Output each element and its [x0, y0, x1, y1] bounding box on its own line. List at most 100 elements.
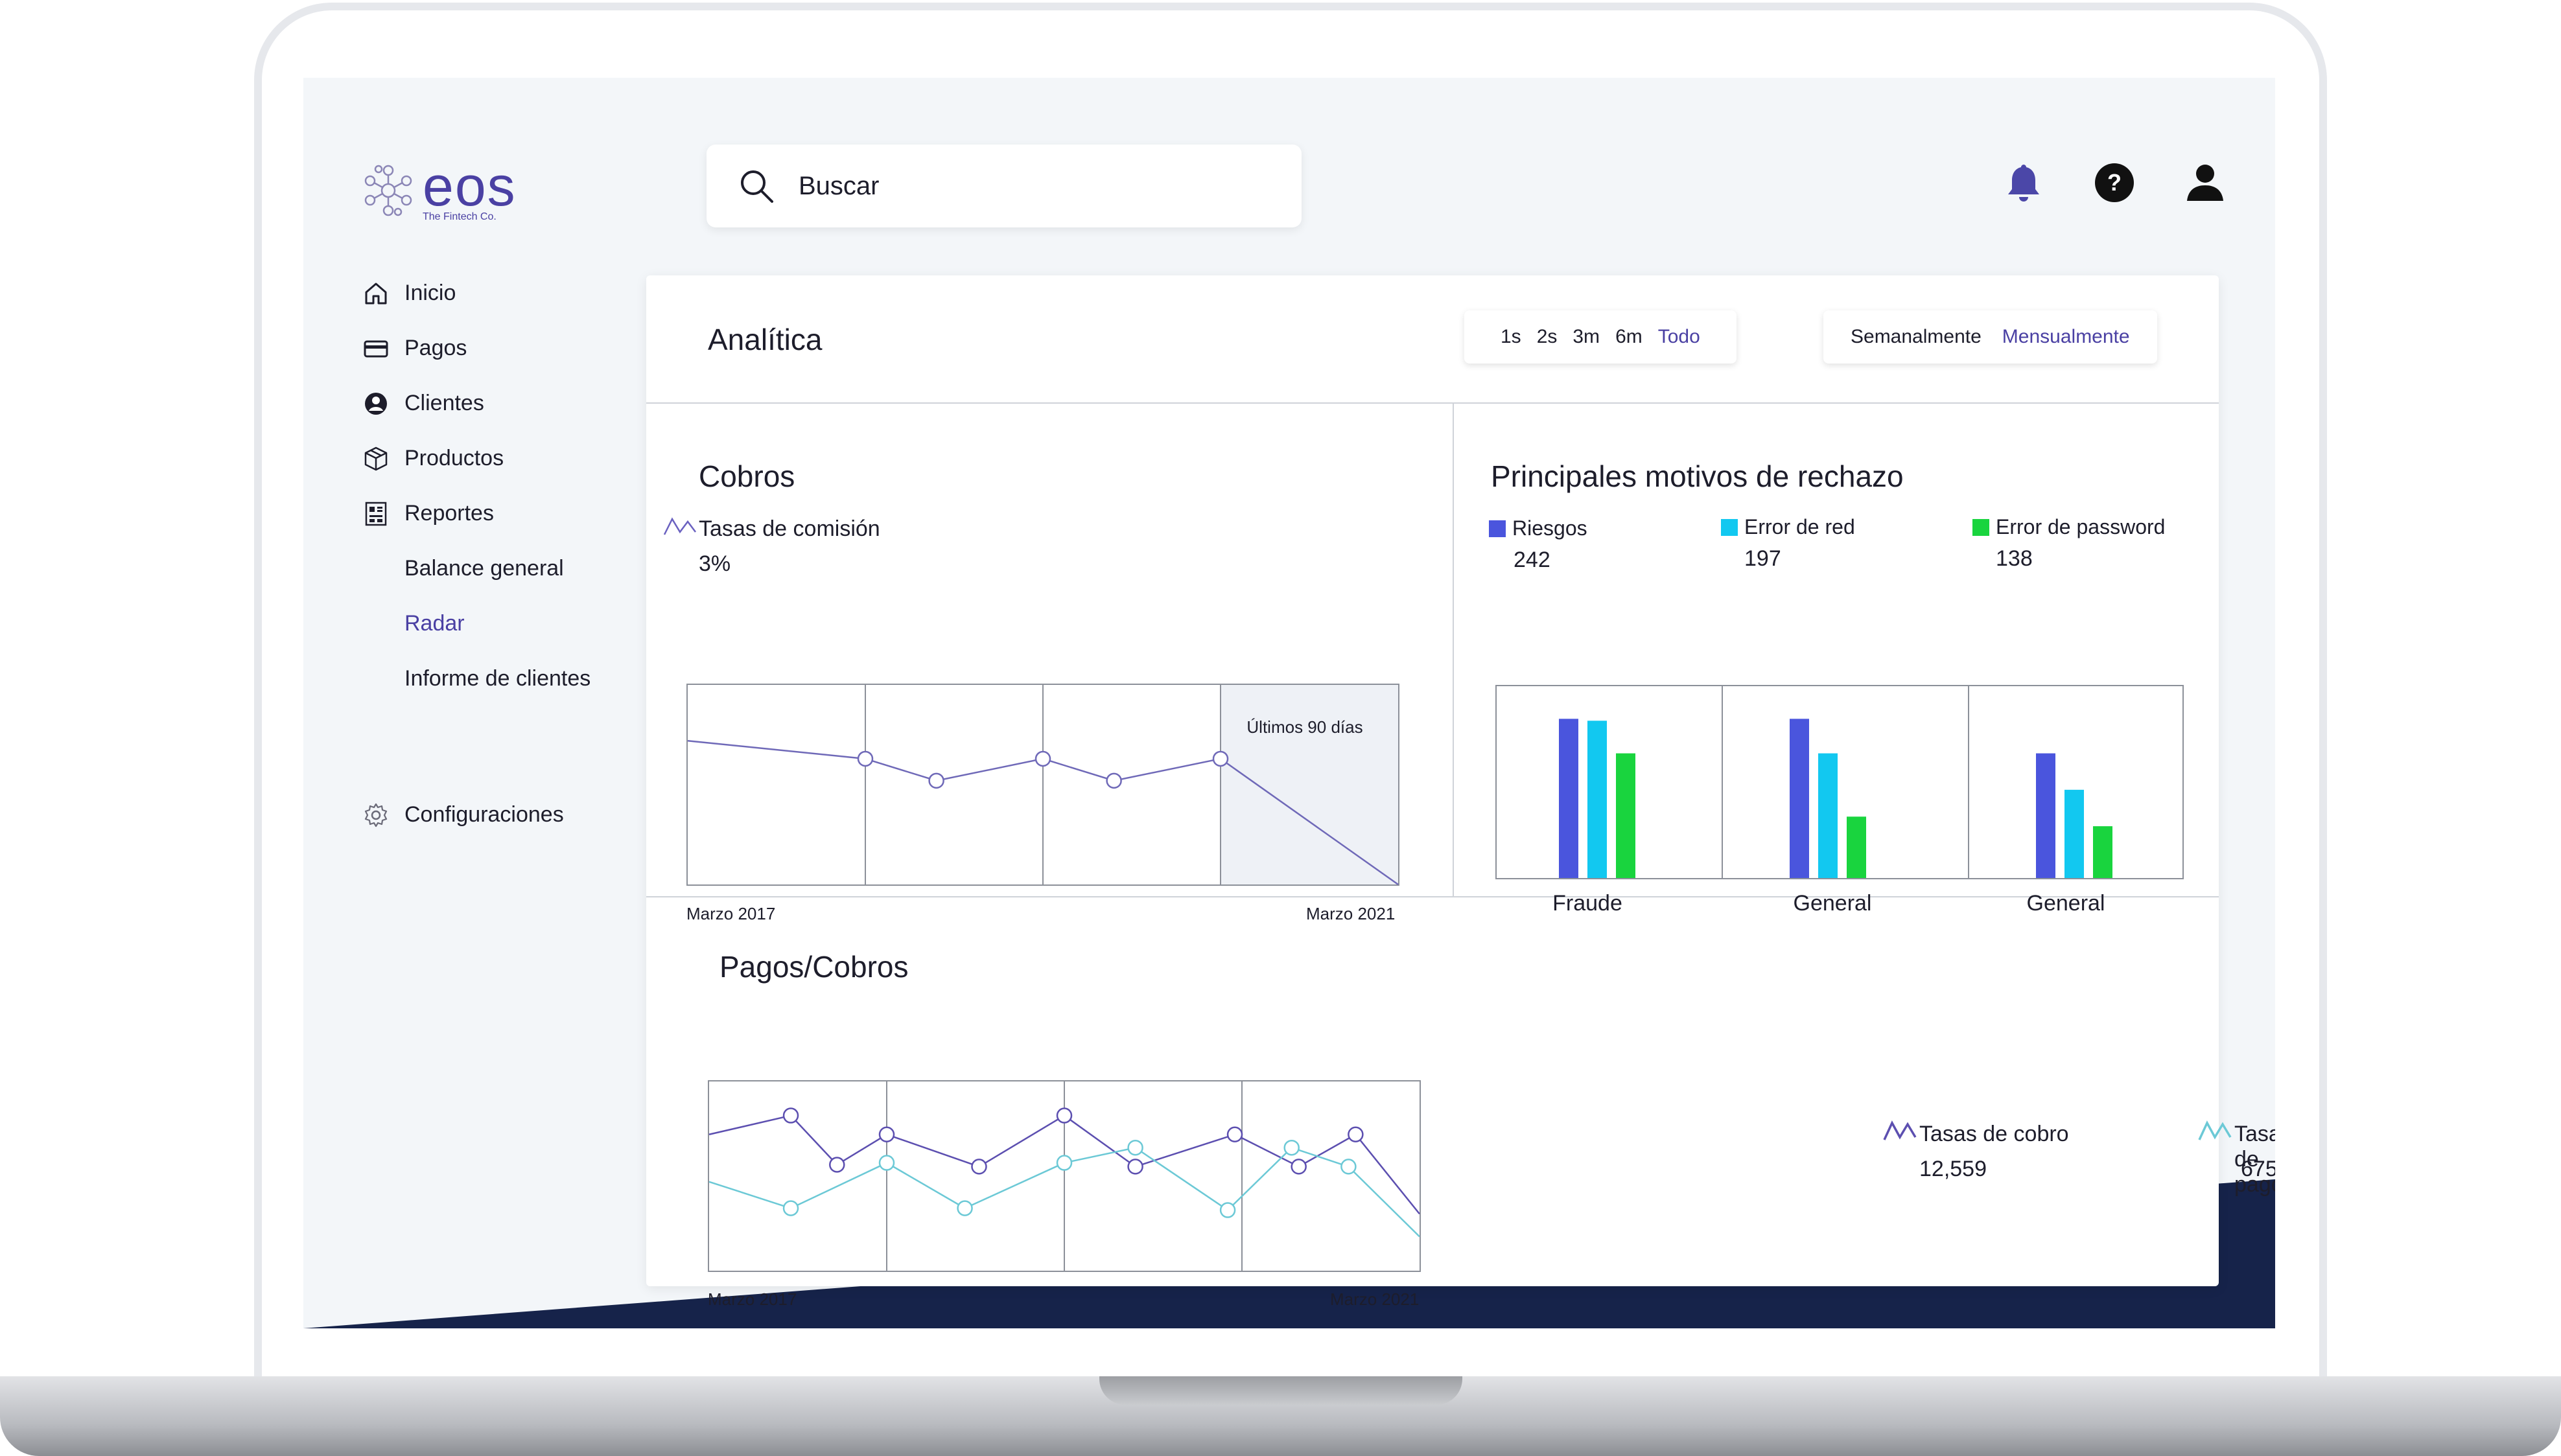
range-option-3m[interactable]: 3m [1573, 326, 1600, 348]
highlight-label: Últimos 90 días [1246, 717, 1362, 737]
bar-error-de-password [2093, 826, 2112, 878]
legend-value: 242 [1514, 548, 1550, 572]
logo-molecule-icon [364, 165, 412, 216]
data-point [928, 772, 944, 789]
user-circle-icon [362, 389, 390, 418]
data-point [1340, 1159, 1357, 1175]
range-selector: 1s 2s 3m 6m Todo [1464, 310, 1737, 364]
svg-text:?: ? [2107, 169, 2122, 196]
data-point [1056, 1107, 1073, 1124]
data-point [1035, 750, 1051, 767]
data-point [782, 1200, 799, 1216]
sidebar-item-label: Productos [404, 446, 504, 470]
box-icon [362, 445, 390, 473]
brand-name: eos [423, 156, 517, 218]
divider [646, 896, 2219, 897]
sidebar-item-clientes[interactable]: Clientes [362, 376, 591, 431]
bar-riesgos [1559, 719, 1578, 878]
sidebar-subitem-informe-de-clientes[interactable]: Informe de clientes [362, 651, 591, 706]
laptop-notch [1099, 1376, 1462, 1405]
legend-riesgos: Riesgos [1489, 516, 1587, 540]
analytics-header: Analítica 1s 2s 3m 6m Todo Semanalmente … [646, 275, 2219, 404]
data-point [1348, 1126, 1364, 1143]
bar-error-de-password [1847, 816, 1866, 878]
cobro-value: 12,559 [1919, 1157, 1987, 1181]
sidebar-subitem-balance-general[interactable]: Balance general [362, 541, 591, 596]
category-label-general: General [1793, 891, 1872, 916]
sidebar-item-label: Inicio [404, 281, 456, 305]
cobros-x-start: Marzo 2017 [686, 904, 776, 923]
period-selector: Semanalmente Mensualmente [1823, 310, 2157, 364]
sidebar-item-productos[interactable]: Productos [362, 431, 591, 486]
data-point [957, 1200, 973, 1216]
help-icon[interactable]: ? [2092, 161, 2136, 205]
search-input[interactable] [797, 170, 1254, 202]
sidebar-subitem-radar[interactable]: Radar [362, 596, 591, 651]
sidebar-item-reportes[interactable]: Reportes [362, 486, 591, 541]
cobros-title: Cobros [699, 459, 795, 493]
rechazo-title: Principales motivos de rechazo [1491, 459, 1904, 493]
pagos-cobros-title: Pagos/Cobros [719, 950, 909, 984]
highlight-region [1221, 684, 1398, 885]
screen: eos The Fintech Co. Inicio Pagos Cliente… [303, 78, 2275, 1328]
cobros-line-chart: Últimos 90 días [686, 684, 1399, 886]
range-option-2s[interactable]: 2s [1537, 326, 1558, 348]
card-icon [362, 334, 390, 363]
cobro-label: Tasas de cobro [1919, 1122, 2069, 1146]
period-option-mensualmente[interactable]: Mensualmente [2002, 326, 2130, 348]
legend-label: Error de red [1744, 515, 1855, 538]
bar-error-de-password [1616, 753, 1635, 878]
brand-logo[interactable]: eos The Fintech Co. [359, 159, 517, 222]
analytics-panel: Analítica 1s 2s 3m 6m Todo Semanalmente … [646, 275, 2275, 1309]
bar-riesgos [2036, 753, 2055, 878]
data-point [1127, 1139, 1143, 1156]
commission-value: 3% [699, 551, 731, 576]
search-icon [741, 170, 773, 203]
header-actions: ? [2002, 161, 2227, 205]
data-point [1226, 1126, 1243, 1143]
sidebar-item-label: Pagos [404, 336, 467, 360]
rechazo-bar-chart [1495, 685, 2184, 879]
data-point [1056, 1155, 1073, 1171]
sidebar-item-label: Clientes [404, 391, 484, 415]
bar-error-de-red [2064, 789, 2084, 878]
page-title: Analítica [708, 323, 823, 356]
cobro-trend-icon [1883, 1120, 1917, 1140]
pagos-x-start: Marzo 2017 [708, 1289, 797, 1309]
category-label-general: General [2026, 891, 2105, 916]
sidebar-item-configuraciones[interactable]: Configuraciones [362, 787, 591, 842]
data-point [1283, 1139, 1300, 1156]
commission-label: Tasas de comisión [699, 516, 880, 541]
pago-trend-icon [2198, 1120, 2232, 1140]
data-point [829, 1157, 845, 1173]
pagos-cobros-line-chart [708, 1080, 1421, 1272]
range-option-6m[interactable]: 6m [1615, 326, 1643, 348]
user-icon[interactable] [2183, 161, 2227, 205]
bar-riesgos [1790, 719, 1809, 878]
data-point [878, 1126, 895, 1143]
data-point [1127, 1159, 1143, 1175]
legend-error-de-password: Error de password [1972, 515, 2165, 539]
sidebar-item-inicio[interactable]: Inicio [362, 266, 591, 321]
divider [1453, 402, 1454, 896]
data-point [782, 1107, 799, 1124]
sidebar-item-pagos[interactable]: Pagos [362, 321, 591, 376]
pago-value: 675 [2241, 1157, 2275, 1181]
range-option-todo[interactable]: Todo [1658, 326, 1700, 348]
legend-value: 138 [1996, 546, 2033, 571]
data-point [971, 1159, 987, 1175]
range-option-1s[interactable]: 1s [1501, 326, 1521, 348]
data-point [878, 1155, 895, 1171]
bar-error-de-red [1587, 721, 1607, 878]
period-option-semanalmente[interactable]: Semanalmente [1851, 326, 1982, 348]
bell-icon[interactable] [2002, 161, 2046, 205]
legend-label: Error de password [1996, 515, 2166, 538]
legend-value: 197 [1744, 546, 1781, 571]
data-point [857, 750, 874, 767]
bar-error-de-red [1818, 753, 1838, 878]
data-point [1219, 1202, 1236, 1218]
category-label-fraude: Fraude [1552, 891, 1622, 916]
data-point [1106, 772, 1122, 789]
trend-line-icon [663, 517, 696, 535]
search-bar[interactable] [707, 144, 1302, 227]
